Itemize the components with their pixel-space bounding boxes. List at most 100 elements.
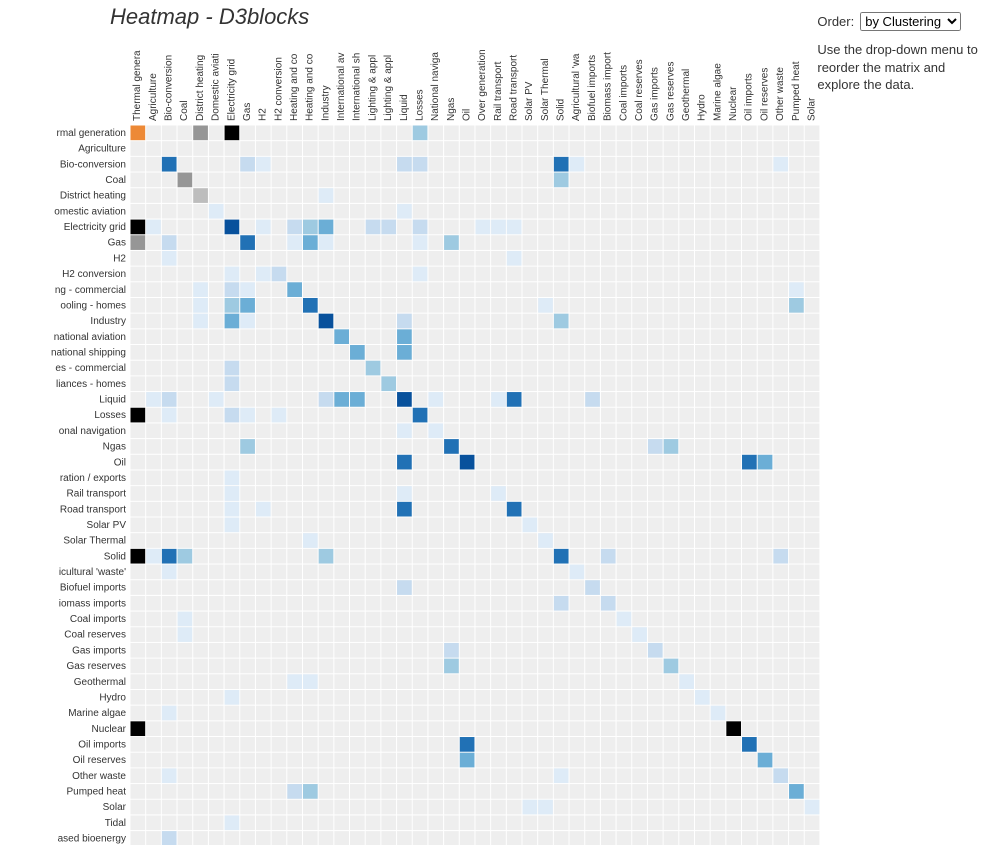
heatmap-cell: [225, 831, 240, 845]
heatmap-cell: [444, 596, 459, 611]
heatmap-cell: [648, 706, 663, 721]
heatmap-cell: [726, 831, 741, 845]
heatmap-cell: [648, 455, 663, 470]
heatmap-cell: [711, 596, 726, 611]
heatmap-cell: [695, 753, 710, 768]
heatmap-cell: [695, 706, 710, 721]
heatmap-cell: [366, 549, 381, 564]
heatmap-cell: [538, 502, 553, 517]
heatmap-cell: [664, 690, 679, 705]
heatmap-cell: [334, 282, 349, 297]
heatmap-cell: [256, 612, 271, 627]
heatmap-cell: [381, 141, 396, 156]
heatmap-cell: [664, 204, 679, 219]
heatmap-cell: [381, 659, 396, 674]
heatmap-cell: [491, 721, 506, 736]
heatmap-cell: [444, 737, 459, 752]
heatmap-cell: [272, 455, 287, 470]
heatmap-cell: [381, 345, 396, 360]
heatmap-cell: [178, 518, 193, 533]
heatmap-cell: [554, 627, 569, 642]
heatmap-cell: [664, 596, 679, 611]
heatmap-cell: [664, 674, 679, 689]
heatmap-cell: [178, 157, 193, 172]
heatmap-cell: [679, 549, 694, 564]
heatmap-cell: [711, 690, 726, 705]
heatmap-cell: [131, 768, 146, 783]
heatmap-cell-filled: [225, 408, 240, 423]
heatmap-cell: [632, 157, 647, 172]
heatmap-cell: [507, 235, 522, 250]
heatmap-cell: [240, 392, 255, 407]
heatmap-cell: [444, 173, 459, 188]
heatmap-cell: [178, 784, 193, 799]
heatmap-cell: [350, 784, 365, 799]
heatmap-cell: [256, 204, 271, 219]
heatmap-cell: [209, 502, 224, 517]
heatmap-cell: [742, 439, 757, 454]
heatmap-cell: [146, 486, 161, 501]
heatmap-cell: [381, 251, 396, 266]
heatmap-cell: [225, 549, 240, 564]
heatmap-cell: [617, 690, 632, 705]
heatmap-cell: [679, 345, 694, 360]
heatmap-cell: [758, 486, 773, 501]
order-select[interactable]: by Clusteringby Frequencyby Name: [860, 12, 961, 31]
heatmap-cell: [538, 674, 553, 689]
heatmap-cell: [711, 439, 726, 454]
heatmap-cell: [538, 549, 553, 564]
heatmap-cell-filled: [679, 674, 694, 689]
heatmap-cell: [554, 220, 569, 235]
heatmap-cell: [554, 251, 569, 266]
heatmap-cell: [162, 173, 177, 188]
heatmap-cell: [428, 470, 443, 485]
heatmap-cell: [334, 674, 349, 689]
heatmap-cell: [428, 815, 443, 830]
heatmap-cell: [632, 188, 647, 203]
heatmap-cell: [319, 831, 334, 845]
heatmap-cell-filled: [240, 235, 255, 250]
heatmap-cell: [319, 423, 334, 438]
heatmap-cell: [240, 815, 255, 830]
heatmap-cell: [538, 768, 553, 783]
heatmap-cell: [726, 486, 741, 501]
heatmap-cell: [272, 251, 287, 266]
heatmap-cell: [617, 502, 632, 517]
heatmap-cell: [664, 282, 679, 297]
heatmap-cell: [538, 141, 553, 156]
heatmap-cell: [428, 267, 443, 282]
heatmap-cell: [381, 329, 396, 344]
heatmap-cell: [444, 423, 459, 438]
heatmap-cell: [460, 141, 475, 156]
heatmap-cell: [162, 282, 177, 297]
heatmap-cell: [726, 408, 741, 423]
heatmap-cell: [664, 800, 679, 815]
heatmap-cell: [570, 173, 585, 188]
heatmap-cell: [742, 392, 757, 407]
heatmap-cell: [381, 282, 396, 297]
col-label: Ngas: [446, 98, 457, 121]
heatmap-cell: [413, 314, 428, 329]
heatmap-cell: [648, 361, 663, 376]
heatmap-cell: [538, 345, 553, 360]
row-label: Gas: [108, 238, 126, 249]
heatmap-cell: [209, 784, 224, 799]
heatmap-cell: [366, 706, 381, 721]
heatmap-cell-filled: [381, 376, 396, 391]
heatmap-cell: [742, 157, 757, 172]
heatmap-cell: [758, 565, 773, 580]
heatmap-cell: [711, 188, 726, 203]
heatmap-cell: [131, 361, 146, 376]
heatmap-cell: [711, 345, 726, 360]
heatmap-cell: [272, 518, 287, 533]
heatmap-cell: [350, 596, 365, 611]
heatmap-cell-filled: [193, 282, 208, 297]
heatmap-cell: [507, 596, 522, 611]
heatmap-cell: [428, 251, 443, 266]
heatmap-cell: [256, 533, 271, 548]
heatmap-cell: [460, 408, 475, 423]
heatmap-cell: [695, 251, 710, 266]
heatmap-cell: [726, 173, 741, 188]
col-label: H2: [258, 108, 269, 121]
heatmap-cell: [287, 329, 302, 344]
